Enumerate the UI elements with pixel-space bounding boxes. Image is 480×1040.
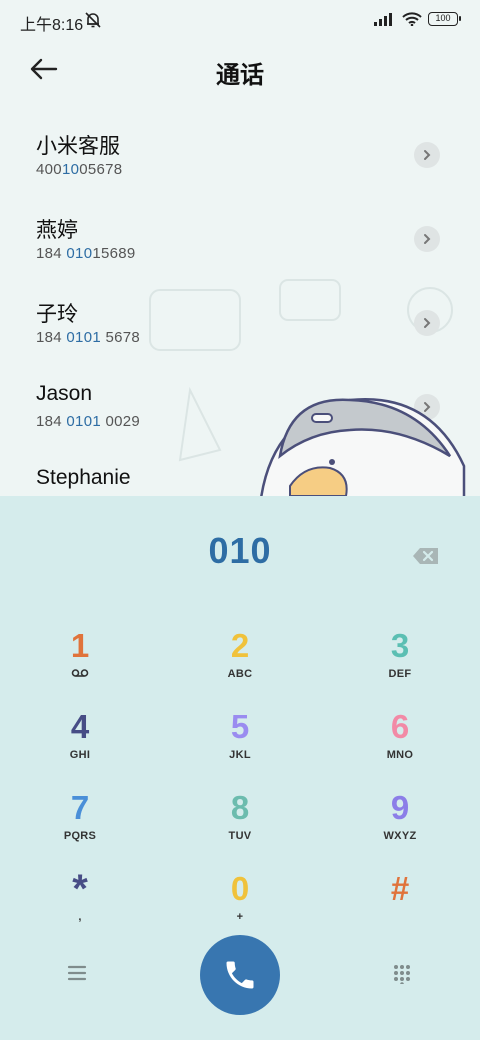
chevron-right-icon <box>424 234 431 244</box>
status-icons: 100 <box>374 12 461 26</box>
key-letters: , <box>78 911 82 923</box>
signal-icon <box>374 13 392 26</box>
phone-icon <box>226 961 254 989</box>
key-digit: 7 <box>70 789 90 826</box>
number-match: 0101 <box>66 413 101 430</box>
contact-name: 燕婷 <box>36 219 78 242</box>
page-title: 通话 <box>216 62 264 89</box>
contact-detail-button[interactable] <box>414 226 440 252</box>
key-4[interactable]: 4 GHI <box>0 703 160 783</box>
contact-name: Jason <box>36 382 93 405</box>
bell-off-icon <box>85 12 101 28</box>
key-letters: PQRS <box>63 830 97 842</box>
contact-name: Stephanie <box>36 466 131 489</box>
key-digit: 0 <box>230 870 250 907</box>
contact-row[interactable]: 燕婷 184 01015689 <box>0 196 480 280</box>
key-digit: 5 <box>230 708 250 745</box>
battery-indicator: 100 <box>428 12 461 26</box>
number-match: 010 <box>66 245 93 262</box>
dialpad-icon[interactable] <box>392 964 412 984</box>
key-letters: JKL <box>229 749 251 761</box>
key-digit: 6 <box>390 708 410 745</box>
contact-row[interactable]: 小米客服 4001005678 <box>0 112 480 196</box>
key-digit: * <box>72 867 88 911</box>
key-letters: MNO <box>386 749 414 761</box>
status-time: 上午8:16 <box>20 17 84 34</box>
contact-name: 子玲 <box>36 303 78 326</box>
key-letters: WXYZ <box>383 830 417 842</box>
key-7[interactable]: 7 PQRS <box>0 784 160 864</box>
contact-number: 184 0101 0029 <box>36 413 141 430</box>
key-0[interactable]: 0 + <box>160 865 320 945</box>
key-digit: # <box>390 870 410 907</box>
status-bar: 上午8:16 100 <box>0 0 480 40</box>
key-digit: 9 <box>390 789 410 826</box>
key-letters: DEF <box>388 668 412 680</box>
call-button[interactable] <box>200 935 280 1015</box>
key-digit: 4 <box>70 708 90 745</box>
key-digit: 2 <box>230 627 250 664</box>
contact-row[interactable]: 子玲 184 0101 5678 <box>0 280 480 364</box>
key-letters: GHI <box>69 749 91 761</box>
key-6[interactable]: 6 MNO <box>320 703 480 783</box>
contact-number: 184 01015689 <box>36 245 136 262</box>
contact-detail-button[interactable] <box>414 142 440 168</box>
contact-number: 184 0101 5678 <box>36 329 141 346</box>
key-3[interactable]: 3 DEF <box>320 622 480 702</box>
contact-name: 小米客服 <box>36 135 120 158</box>
key-digit: 8 <box>230 789 250 826</box>
key-letters: ABC <box>227 668 253 680</box>
duck-sticker-illustration <box>260 398 466 496</box>
menu-icon[interactable] <box>66 964 88 982</box>
key-digit: 3 <box>390 627 410 664</box>
number-match: 10 <box>61 161 80 178</box>
key-letters: TUV <box>228 830 252 842</box>
wifi-icon <box>402 12 422 26</box>
key-digit: 1 <box>70 627 90 664</box>
chevron-right-icon <box>424 318 431 328</box>
key-2[interactable]: 2 ABC <box>160 622 320 702</box>
key-star[interactable]: * , <box>0 865 160 945</box>
chevron-right-icon <box>424 150 431 160</box>
number-match: 0101 <box>66 329 101 346</box>
contact-number: 4001005678 <box>36 161 123 178</box>
key-hash[interactable]: # <box>320 865 480 945</box>
dialed-number-display: 010 <box>208 530 272 571</box>
key-1[interactable]: 1 <box>0 622 160 702</box>
key-5[interactable]: 5 JKL <box>160 703 320 783</box>
key-8[interactable]: 8 TUV <box>160 784 320 864</box>
backspace-icon[interactable] <box>412 546 440 566</box>
dial-keypad-panel: 010 1 2 ABC 3 DEF 4 GHI 5 JKL 6 MNO 7 PQ… <box>0 496 480 1040</box>
key-9[interactable]: 9 WXYZ <box>320 784 480 864</box>
key-letters: + <box>236 911 244 923</box>
contact-detail-button[interactable] <box>414 310 440 336</box>
voicemail-icon <box>71 669 89 677</box>
